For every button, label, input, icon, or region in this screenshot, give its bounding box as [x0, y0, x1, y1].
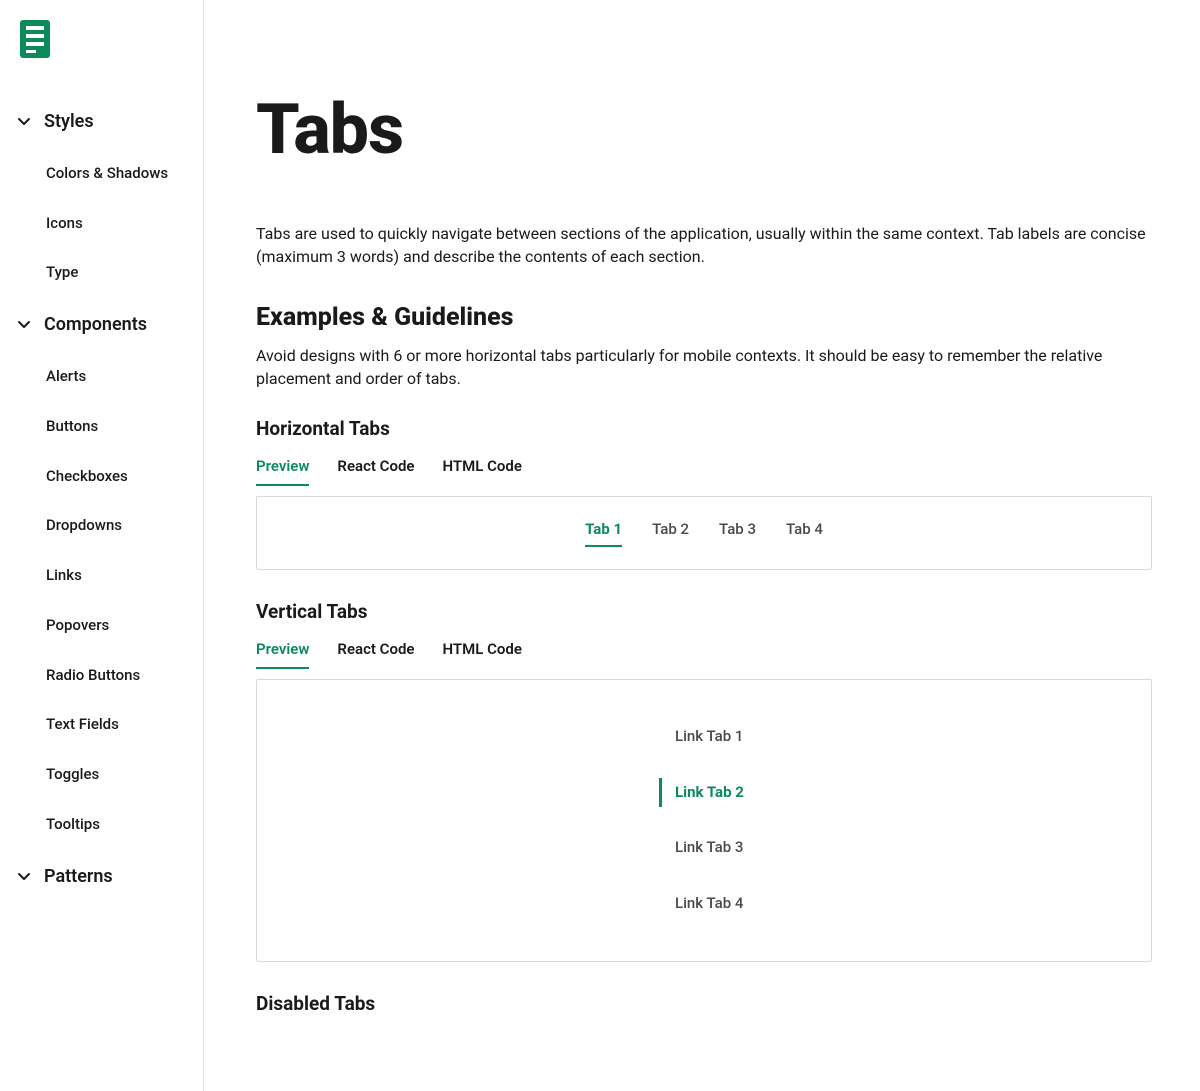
tab-preview[interactable]: Preview [256, 456, 309, 486]
disabled-heading: Disabled Tabs [256, 990, 1152, 1018]
sidebar-section-components[interactable]: Components [0, 298, 203, 352]
sidebar-item-colors-shadows[interactable]: Colors & Shadows [0, 149, 203, 199]
horizontal-heading: Horizontal Tabs [256, 415, 1152, 443]
main-content: Tabs Tabs are used to quickly navigate b… [204, 0, 1200, 1091]
code-tabs-vertical: Preview React Code HTML Code [256, 639, 1152, 669]
chevron-down-icon [16, 869, 32, 885]
tab-react-code[interactable]: React Code [337, 456, 414, 486]
sidebar-item-icons[interactable]: Icons [0, 199, 203, 249]
vertical-tab-2[interactable]: Link Tab 2 [659, 772, 749, 814]
horizontal-tab-4[interactable]: Tab 4 [786, 519, 823, 547]
page-title: Tabs [256, 80, 1152, 182]
sidebar-section-label: Patterns [44, 864, 113, 890]
vertical-tab-4[interactable]: Link Tab 4 [659, 883, 749, 925]
tab-preview[interactable]: Preview [256, 639, 309, 669]
sidebar-item-toggles[interactable]: Toggles [0, 750, 203, 800]
sidebar-item-type[interactable]: Type [0, 248, 203, 298]
sidebar-item-checkboxes[interactable]: Checkboxes [0, 452, 203, 502]
sidebar-section-label: Components [44, 312, 147, 338]
sidebar-section-label: Styles [44, 109, 94, 135]
sidebar: Styles Colors & Shadows Icons Type Compo… [0, 0, 204, 1091]
sidebar-item-radio-buttons[interactable]: Radio Buttons [0, 651, 203, 701]
horizontal-tab-1[interactable]: Tab 1 [585, 519, 622, 547]
sidebar-item-alerts[interactable]: Alerts [0, 352, 203, 402]
logo[interactable] [0, 20, 203, 95]
vertical-preview-panel: Link Tab 1 Link Tab 2 Link Tab 3 Link Ta… [256, 679, 1152, 962]
sidebar-item-popovers[interactable]: Popovers [0, 601, 203, 651]
sidebar-item-buttons[interactable]: Buttons [0, 402, 203, 452]
tab-html-code[interactable]: HTML Code [442, 639, 521, 669]
vertical-tab-3[interactable]: Link Tab 3 [659, 827, 749, 869]
sidebar-section-styles[interactable]: Styles [0, 95, 203, 149]
code-tabs-horizontal: Preview React Code HTML Code [256, 456, 1152, 486]
vertical-tab-1[interactable]: Link Tab 1 [659, 716, 749, 758]
intro-paragraph: Tabs are used to quickly navigate betwee… [256, 222, 1152, 268]
guidelines-body: Avoid designs with 6 or more horizontal … [256, 344, 1152, 390]
sidebar-item-dropdowns[interactable]: Dropdowns [0, 501, 203, 551]
chevron-down-icon [16, 317, 32, 333]
chevron-down-icon [16, 114, 32, 130]
sidebar-item-tooltips[interactable]: Tooltips [0, 800, 203, 850]
horizontal-tab-3[interactable]: Tab 3 [719, 519, 756, 547]
guidelines-heading: Examples & Guidelines [256, 300, 1152, 336]
horizontal-tab-2[interactable]: Tab 2 [652, 519, 689, 547]
sidebar-section-patterns[interactable]: Patterns [0, 850, 203, 904]
tab-html-code[interactable]: HTML Code [442, 456, 521, 486]
sidebar-item-links[interactable]: Links [0, 551, 203, 601]
vertical-heading: Vertical Tabs [256, 598, 1152, 626]
sidebar-item-text-fields[interactable]: Text Fields [0, 700, 203, 750]
tab-react-code[interactable]: React Code [337, 639, 414, 669]
horizontal-preview-panel: Tab 1 Tab 2 Tab 3 Tab 4 [256, 496, 1152, 570]
